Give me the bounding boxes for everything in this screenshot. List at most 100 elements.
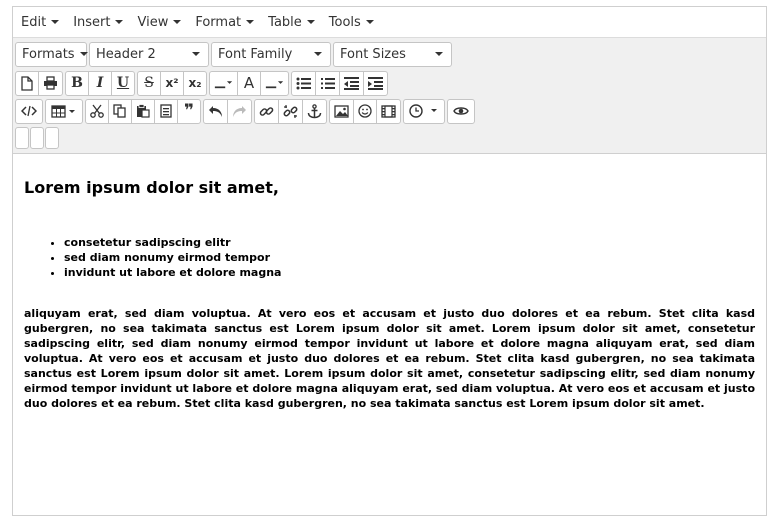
menu-edit[interactable]: Edit (14, 8, 66, 36)
block-format-select[interactable]: Header 2 (89, 41, 209, 67)
underline-color-button[interactable] (209, 70, 238, 96)
superscript-icon: x² (165, 76, 179, 90)
emoticons-button[interactable] (353, 98, 377, 124)
menubar: Edit Insert View Format Table Tools (13, 7, 766, 38)
formats-dropdown[interactable]: Formats (15, 41, 88, 67)
bullet-list-button[interactable] (291, 70, 316, 96)
caret-down-icon (173, 20, 182, 24)
color-swatch-icon (265, 81, 284, 89)
image-icon (334, 104, 349, 118)
superscript-button[interactable]: x² (160, 70, 184, 96)
font-family-select[interactable]: Font Family (211, 41, 331, 67)
caret-down-icon (115, 20, 124, 24)
content-paragraph: aliquyam erat, sed diam voluptua. At ver… (24, 307, 755, 410)
eye-icon (453, 107, 469, 115)
unlink-button[interactable] (278, 98, 303, 124)
source-code-button[interactable] (15, 98, 43, 124)
group-datetime (403, 98, 445, 124)
outdent-button[interactable] (339, 70, 364, 96)
print-button[interactable] (38, 70, 63, 96)
rich-text-editor: Edit Insert View Format Table Tools Form… (12, 6, 767, 516)
bold-icon: B (71, 75, 83, 91)
redo-button[interactable] (227, 98, 252, 124)
table-icon (51, 104, 75, 118)
insert-link-button[interactable] (254, 98, 279, 124)
insert-image-button[interactable] (329, 98, 354, 124)
link-icon (259, 106, 274, 116)
menu-tools[interactable]: Tools (322, 8, 381, 36)
strikethrough-icon: S (144, 75, 154, 91)
group-links (254, 98, 327, 124)
strikethrough-button[interactable]: S (137, 70, 161, 96)
caret-down-icon (365, 20, 374, 24)
paste-icon (137, 104, 150, 118)
text-color-button[interactable]: A (237, 70, 261, 96)
color-swatch-icon (214, 81, 233, 89)
insert-datetime-button[interactable] (403, 98, 445, 124)
new-document-button[interactable] (15, 70, 39, 96)
caret-down-icon (51, 20, 60, 24)
toolbar-row-formatting: B I U S x² x₂ A (15, 69, 766, 97)
anchor-button[interactable] (302, 98, 327, 124)
bullet-list-icon (296, 77, 311, 89)
blockquote-button[interactable]: ❞ (177, 98, 201, 124)
group-code (15, 98, 43, 124)
printer-icon (44, 76, 57, 90)
underline-button[interactable]: U (111, 70, 135, 96)
insert-media-button[interactable] (376, 98, 401, 124)
block-format-value: Header 2 (96, 46, 156, 62)
toolbar-row-extra (15, 125, 766, 150)
background-color-button[interactable] (260, 70, 289, 96)
editor-content[interactable]: Lorem ipsum dolor sit amet, consetetur s… (13, 154, 766, 411)
formats-label: Formats (22, 46, 75, 62)
font-sizes-select[interactable]: Font Sizes (333, 41, 452, 67)
group-history (203, 98, 252, 124)
menu-edit-label: Edit (21, 14, 47, 30)
content-list: consetetur sadipscing elitr sed diam non… (24, 235, 755, 280)
copy-button[interactable] (108, 98, 132, 124)
menu-table[interactable]: Table (261, 8, 322, 36)
indent-button[interactable] (363, 70, 388, 96)
anchor-icon (307, 103, 322, 118)
italic-button[interactable]: I (88, 70, 112, 96)
numbered-list-button[interactable] (315, 70, 340, 96)
group-clipboard: ❞ (85, 98, 201, 124)
menu-format-label: Format (195, 14, 242, 30)
copy-icon (113, 104, 126, 118)
paste-text-button[interactable] (154, 98, 178, 124)
underline-icon: U (116, 75, 130, 91)
group-text-style: B I U (65, 70, 135, 96)
menu-insert[interactable]: Insert (66, 8, 130, 36)
redo-icon (233, 105, 246, 117)
caret-down-icon (79, 52, 88, 56)
empty-toolbar-button-1[interactable] (15, 126, 29, 149)
empty-toolbar-button-3[interactable] (45, 126, 59, 149)
empty-toolbar-button-2[interactable] (30, 126, 44, 149)
undo-button[interactable] (203, 98, 228, 124)
caret-down-icon (435, 52, 443, 56)
subscript-button[interactable]: x₂ (183, 70, 207, 96)
bold-button[interactable]: B (65, 70, 89, 96)
preview-button[interactable] (447, 98, 475, 124)
paste-button[interactable] (131, 98, 155, 124)
menu-tools-label: Tools (328, 14, 361, 30)
clock-icon (409, 104, 437, 118)
menu-format[interactable]: Format (188, 8, 261, 36)
table-button[interactable] (45, 98, 83, 124)
caret-down-icon (314, 52, 322, 56)
list-item: sed diam nonumy eirmod tempor (64, 250, 755, 265)
smiley-icon (358, 104, 372, 118)
scissors-icon (90, 104, 104, 118)
toolbar-row-insert: ❞ (15, 97, 766, 125)
group-media (329, 98, 401, 124)
toolbar-row-selects: Formats Header 2 Font Family Font Sizes (15, 39, 766, 69)
caret-down-icon (306, 20, 315, 24)
font-family-label: Font Family (218, 46, 293, 62)
group-preview (447, 98, 475, 124)
numbered-list-icon (321, 77, 335, 89)
group-table (45, 98, 83, 124)
menu-view[interactable]: View (130, 8, 188, 36)
paste-text-icon (160, 104, 172, 118)
cut-button[interactable] (85, 98, 109, 124)
content-heading: Lorem ipsum dolor sit amet, (24, 178, 279, 197)
